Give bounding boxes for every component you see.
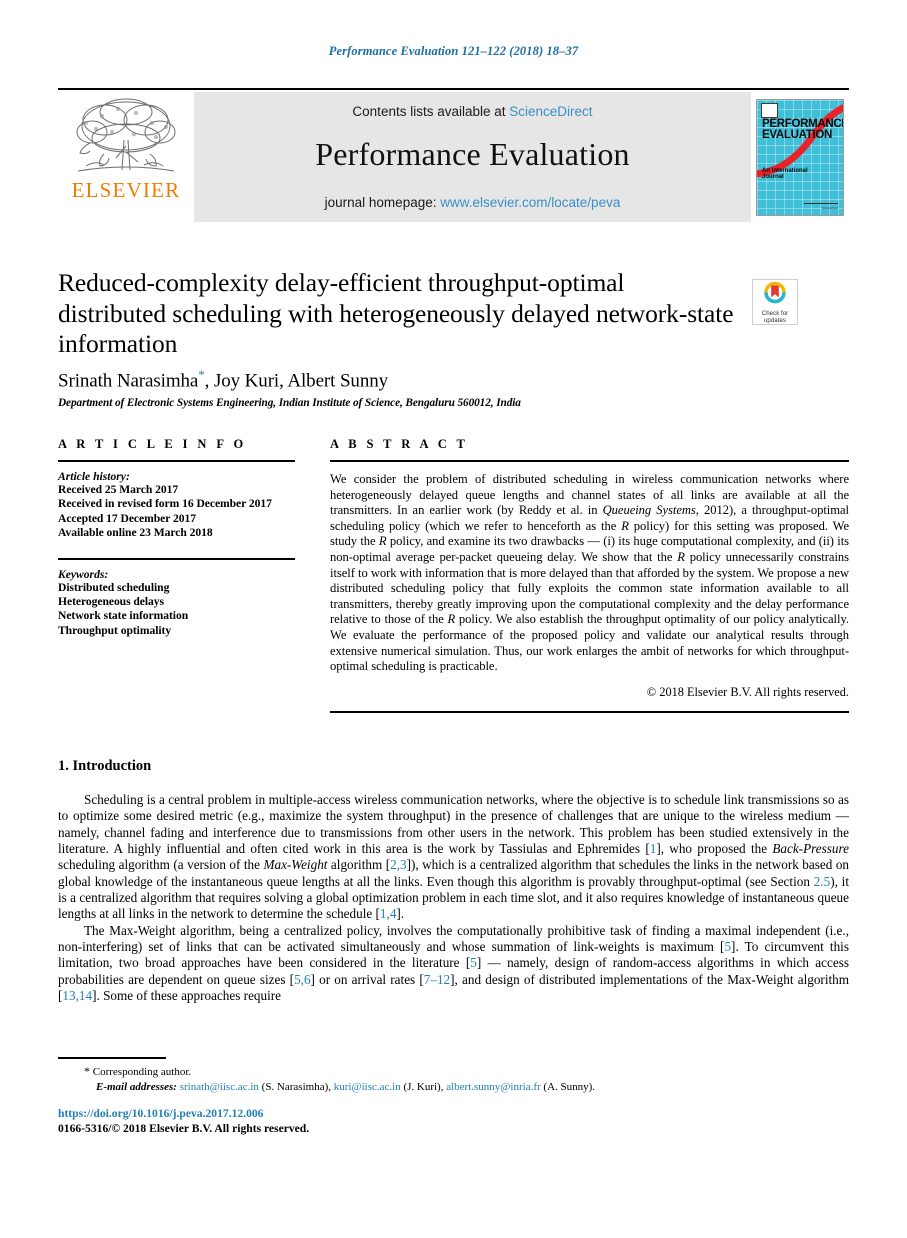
article-info-heading: A R T I C L E I N F O	[58, 437, 247, 451]
cover-subtitle: An International Journal	[762, 167, 808, 181]
journal-cover-thumbnail: PERFORMANCE EVALUATION An International …	[751, 92, 849, 222]
abstract-heading: A B S T R A C T	[330, 437, 469, 451]
history-item: Available online 23 March 2018	[58, 526, 213, 540]
affiliation: Department of Electronic Systems Enginee…	[58, 396, 521, 409]
cover-footer-text: ScienceDirect	[821, 206, 838, 210]
email-link[interactable]: albert.sunny@inria.fr	[446, 1081, 540, 1093]
history-item: Accepted 17 December 2017	[58, 511, 196, 525]
keyword-item: Network state information	[58, 609, 189, 623]
page-footer: https://doi.org/10.1016/j.peva.2017.12.0…	[58, 1106, 658, 1136]
cover-publisher-mark	[761, 102, 778, 118]
corresponding-author-text: Corresponding author.	[92, 1066, 192, 1078]
journal-homepage-link[interactable]: www.elsevier.com/locate/peva	[440, 195, 620, 210]
citation-ref[interactable]: 13,14	[62, 988, 92, 1003]
citation-ref[interactable]: 1,4	[380, 906, 396, 921]
abstract-column: A B S T R A C T We consider the problem …	[330, 437, 849, 713]
contents-available-line: Contents lists available at ScienceDirec…	[194, 92, 751, 119]
elsevier-logo: ELSEVIER	[58, 92, 194, 222]
author-first: Srinath Narasimha	[58, 369, 199, 391]
author-rest: , Joy Kuri, Albert Sunny	[204, 369, 389, 391]
body-text: Scheduling is a central problem in multi…	[58, 792, 849, 1004]
email-addresses-note: E-mail addresses: srinath@iisc.ac.in (S.…	[58, 1080, 849, 1095]
section-heading-introduction: 1. Introduction	[58, 758, 152, 774]
crossmark-label: Check for updates	[761, 310, 789, 324]
article-history-label: Article history:	[58, 470, 130, 483]
footnote-marker: *	[84, 1064, 90, 1078]
doi-link[interactable]: https://doi.org/10.1016/j.peva.2017.12.0…	[58, 1107, 263, 1120]
email-label: E-mail addresses:	[96, 1080, 177, 1093]
homepage-prefix: journal homepage:	[324, 195, 437, 210]
sciencedirect-link[interactable]: ScienceDirect	[509, 104, 592, 119]
journal-masthead: ELSEVIER Contents lists available at Sci…	[58, 88, 849, 222]
keyword-item: Distributed scheduling	[58, 580, 170, 594]
history-item: Received in revised form 16 December 201…	[58, 497, 272, 511]
article-info-column: A R T I C L E I N F O Article history: R…	[58, 437, 295, 638]
title-block: Reduced-complexity delay-efficient throu…	[58, 268, 738, 409]
masthead-center: Contents lists available at ScienceDirec…	[194, 92, 751, 222]
citation-ref[interactable]: 5	[470, 955, 477, 970]
email-person: (S. Narasimha),	[261, 1080, 331, 1093]
crossmark-badge[interactable]: Check for updates	[752, 279, 798, 325]
paragraph: The Max-Weight algorithm, being a centra…	[58, 922, 849, 1004]
keywords-label: Keywords:	[58, 567, 109, 581]
keyword-item: Throughput optimality	[58, 623, 172, 637]
email-person: (A. Sunny).	[543, 1080, 596, 1093]
keyword-item: Heterogeneous delays	[58, 595, 165, 609]
journal-title: Performance Evaluation	[315, 136, 630, 172]
email-link[interactable]: kuri@iisc.ac.in	[334, 1081, 401, 1093]
running-head: Performance Evaluation 121–122 (2018) 18…	[328, 44, 579, 58]
cover-title: PERFORMANCE EVALUATION	[762, 117, 844, 141]
section-ref[interactable]: 2.5	[814, 874, 830, 889]
paragraph: Scheduling is a central problem in multi…	[58, 792, 850, 922]
elsevier-wordmark: ELSEVIER	[71, 178, 181, 202]
author-list: Srinath Narasimha*, Joy Kuri, Albert Sun…	[58, 367, 738, 392]
page-title: Reduced-complexity delay-efficient throu…	[58, 268, 734, 358]
citation-ref[interactable]: 5,6	[294, 972, 310, 987]
footnotes: * Corresponding author. E-mail addresses…	[58, 1064, 849, 1094]
footnote-rule	[58, 1057, 166, 1059]
elsevier-tree-icon	[76, 98, 176, 172]
email-link[interactable]: srinath@iisc.ac.in	[180, 1081, 259, 1093]
history-item: Received 25 March 2017	[58, 483, 179, 496]
journal-homepage-line: journal homepage: www.elsevier.com/locat…	[194, 195, 751, 210]
contents-prefix: Contents lists available at	[352, 104, 506, 119]
abstract-copyright: © 2018 Elsevier B.V. All rights reserved…	[646, 684, 849, 699]
check-for-updates-icon	[764, 281, 786, 304]
corresponding-author-note: * Corresponding author.	[58, 1064, 849, 1080]
issn-copyright: 0166-5316/© 2018 Elsevier B.V. All right…	[58, 1122, 310, 1135]
keywords-block: Keywords: Distributed scheduling Heterog…	[58, 557, 295, 639]
citation-ref[interactable]: 7–12	[424, 972, 450, 987]
abstract-text: We consider the problem of distributed s…	[330, 472, 850, 674]
email-person: (J. Kuri),	[403, 1080, 444, 1093]
paper-page: Performance Evaluation 121–122 (2018) 18…	[0, 0, 907, 1238]
citation-ref[interactable]: 2,3	[390, 857, 406, 872]
